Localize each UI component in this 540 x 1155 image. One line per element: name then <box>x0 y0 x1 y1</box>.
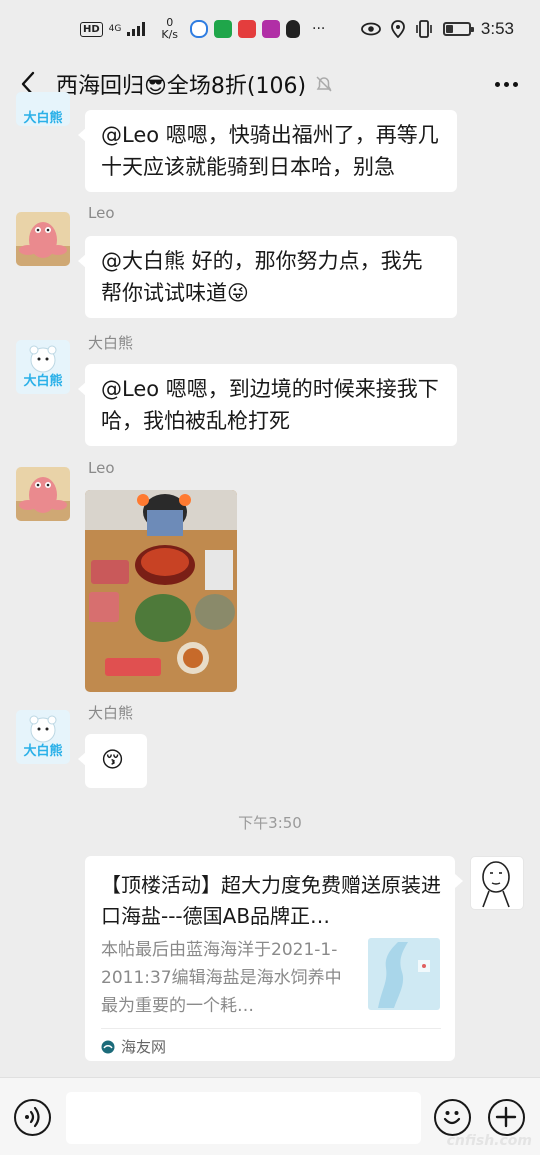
clock: 3:53 <box>480 19 514 38</box>
hotpot-photo-image <box>85 490 237 692</box>
red-app-icon <box>238 20 257 38</box>
link-card-title: 【顶楼活动】超大力度免费赠送原装进口海盐---德国AB品牌正… <box>101 873 441 928</box>
chat-header: 西海回归😎全场8折(106) <box>0 62 540 106</box>
avatar-self[interactable] <box>470 856 524 910</box>
more-dot <box>513 81 518 87</box>
avatar-bear[interactable]: 大白熊 <box>16 710 70 764</box>
source-logo-icon <box>101 1040 115 1053</box>
lin-app-icon <box>214 20 233 38</box>
voice-icon <box>25 1106 40 1128</box>
watermark: cnfish.com <box>446 1133 532 1149</box>
patrick-avatar-icon <box>16 212 70 266</box>
message-photo[interactable] <box>85 490 237 692</box>
location-icon <box>391 20 405 38</box>
polar-bear-avatar-icon: 大白熊 <box>16 710 70 764</box>
emoji-button[interactable] <box>434 1099 471 1136</box>
vibrate-icon <box>416 20 432 38</box>
sender-name: Leo <box>88 459 115 477</box>
hd-indicator: HD <box>80 21 103 37</box>
message-timestamp: 下午3:50 <box>238 814 302 832</box>
overflow-indicator: ··· <box>312 21 326 37</box>
polar-bear-avatar-icon: 大白熊 <box>16 340 70 394</box>
avatar-leo[interactable] <box>16 467 70 521</box>
sender-name: Leo <box>88 204 115 222</box>
message-bubble[interactable]: 😚 <box>78 734 147 788</box>
status-bar: HD 4G 0 K/s ··· 3:53 <box>0 0 540 62</box>
svg-text:大白熊: 大白熊 <box>23 110 62 126</box>
polar-bear-avatar-icon: 大白熊 <box>16 92 70 126</box>
battery-icon <box>442 22 474 36</box>
avatar-bear[interactable]: 大白熊 <box>16 92 70 126</box>
more-options-button[interactable] <box>495 72 518 96</box>
network-type: 4G <box>108 23 122 34</box>
more-dot <box>495 81 500 87</box>
avatar-bear[interactable]: 大白熊 <box>16 340 70 394</box>
map-thumbnail-image <box>368 938 440 1010</box>
doodle-face-avatar-icon <box>482 861 510 908</box>
voice-input-button[interactable] <box>14 1099 51 1136</box>
avatar-leo[interactable] <box>16 212 70 266</box>
message-bubble[interactable]: @Leo 嗯嗯，到边境的时候来接我下哈，我怕被乱枪打死 <box>78 364 457 446</box>
chat-title[interactable]: 西海回归😎全场8折(106) <box>56 68 306 100</box>
message-input[interactable] <box>66 1092 421 1144</box>
link-card-source-name: 海友网 <box>121 1038 167 1056</box>
more-dot <box>504 81 509 87</box>
qq-icon <box>286 20 301 38</box>
smiley-icon <box>443 1111 461 1125</box>
signal-icon <box>127 22 146 36</box>
patrick-avatar-icon <box>16 467 70 521</box>
link-card-divider <box>101 1028 441 1029</box>
eye-icon <box>361 22 381 36</box>
mute-bell-icon <box>316 76 332 92</box>
plus-icon <box>495 1106 517 1128</box>
speed-indicator: 0 K/s <box>161 17 178 41</box>
svg-text:大白熊: 大白熊 <box>23 373 62 389</box>
svg-text:大白熊: 大白熊 <box>23 743 62 759</box>
font-app-icon <box>262 20 281 38</box>
message-bubble[interactable]: @大白熊 好的，那你努力点，我先帮你试试味道😜 <box>78 236 457 318</box>
speed-unit: K/s <box>161 28 179 41</box>
link-card-thumbnail <box>368 938 440 1010</box>
more-functions-button[interactable] <box>488 1099 525 1136</box>
link-card-source: 海友网 <box>101 1036 166 1057</box>
message-bubble[interactable]: @Leo 嗯嗯，快骑出福州了，再等几十天应该就能骑到日本哈，别急 <box>78 110 457 192</box>
sender-name: 大白熊 <box>88 704 134 722</box>
sender-name: 大白熊 <box>88 334 134 352</box>
baidu-map-icon <box>190 20 209 38</box>
link-card-description: 本帖最后由蓝海海洋于2021-1-2011:37编辑海盐是海水饲养中最为重要的一… <box>101 940 342 1016</box>
network-indicator: 4G <box>108 23 122 34</box>
link-card[interactable]: 【顶楼活动】超大力度免费赠送原装进口海盐---德国AB品牌正… 本帖最后由蓝海海… <box>85 856 463 1061</box>
